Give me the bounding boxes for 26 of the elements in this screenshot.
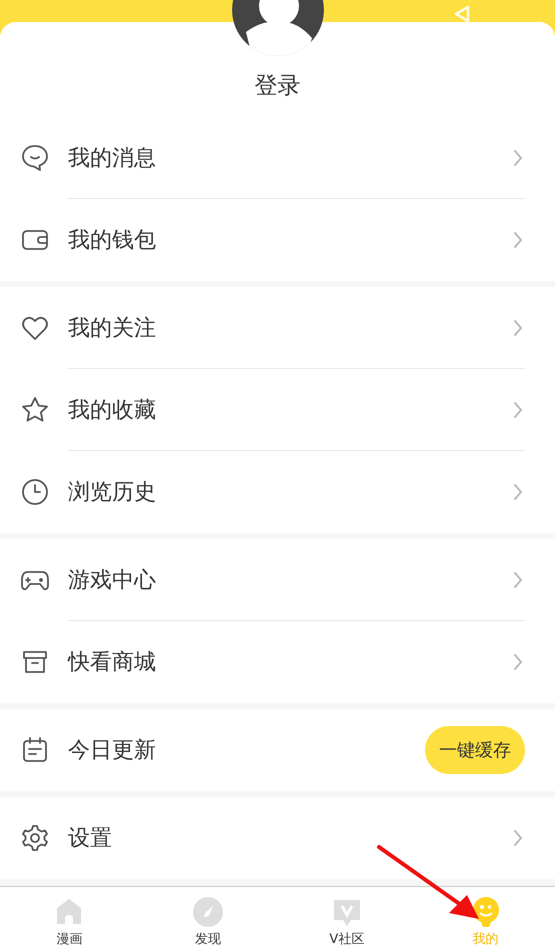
chevron-icon bbox=[513, 571, 523, 589]
menu-item-label[interactable]: 今日更新 bbox=[68, 735, 425, 765]
login-link[interactable]: 登录 bbox=[0, 22, 555, 117]
menu-item-label[interactable]: 我的收藏 bbox=[68, 395, 513, 425]
tab[interactable]: V社区 bbox=[278, 887, 416, 951]
menu-item-label[interactable]: 我的消息 bbox=[68, 143, 513, 173]
calendar-icon bbox=[20, 735, 50, 765]
chevron-icon bbox=[513, 401, 523, 419]
compass-icon bbox=[192, 896, 224, 928]
menu-item-label[interactable]: 游戏中心 bbox=[68, 565, 513, 595]
cache-button[interactable]: 一键缓存 bbox=[425, 726, 525, 774]
chevron-icon bbox=[513, 829, 523, 847]
chevron-icon bbox=[513, 149, 523, 167]
clock-icon bbox=[20, 477, 50, 507]
chevron-icon bbox=[513, 653, 523, 671]
chat-bubble-icon bbox=[20, 143, 50, 173]
chevron-icon bbox=[513, 483, 523, 501]
chevron-icon bbox=[513, 231, 523, 249]
menu-item-label[interactable]: 浏览历史 bbox=[68, 477, 513, 507]
menu-item-label[interactable]: 我的钱包 bbox=[68, 225, 513, 255]
menu-item-label[interactable]: 快看商城 bbox=[68, 647, 513, 677]
tab[interactable]: 发现 bbox=[138, 887, 278, 951]
chevron-icon bbox=[513, 319, 523, 337]
gear-icon bbox=[20, 823, 50, 853]
menu-item-label[interactable]: 我的关注 bbox=[68, 313, 513, 343]
tab[interactable]: 漫画 bbox=[0, 887, 139, 951]
